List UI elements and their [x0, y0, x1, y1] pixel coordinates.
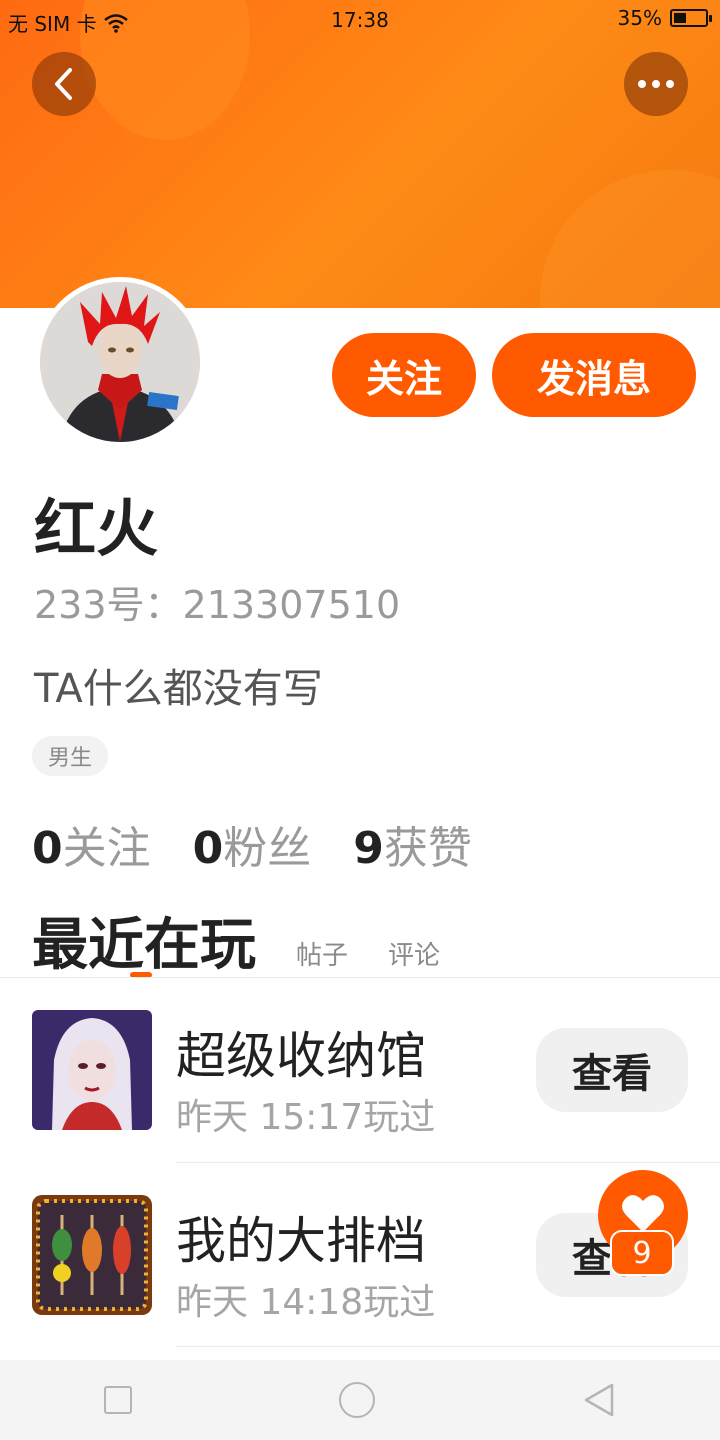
- status-bar: 无 SIM 卡 17:38 35%: [0, 0, 720, 38]
- view-button[interactable]: 查看: [536, 1028, 688, 1112]
- stats-row: 0 关注 0 粉丝 9 获赞: [32, 812, 472, 876]
- tab-posts[interactable]: 帖子: [296, 935, 348, 972]
- chevron-left-icon: [55, 68, 72, 100]
- home-button[interactable]: [338, 1382, 375, 1418]
- stat-fans[interactable]: 0 粉丝: [193, 812, 312, 876]
- stat-label: 获赞: [383, 823, 472, 874]
- back-button[interactable]: [32, 52, 96, 116]
- avatar-image: [40, 282, 200, 442]
- stat-following[interactable]: 0 关注: [32, 812, 151, 876]
- send-message-button[interactable]: 发消息: [492, 333, 696, 417]
- stat-number: 9: [353, 823, 384, 874]
- more-button[interactable]: [624, 52, 688, 116]
- stat-likes[interactable]: 9 获赞: [353, 812, 472, 876]
- stat-number: 0: [32, 823, 63, 874]
- last-played: 昨天 14:18玩过: [176, 1282, 436, 1323]
- stat-label: 关注: [62, 823, 151, 874]
- banner-decoration: [540, 170, 720, 308]
- recents-button[interactable]: [103, 1386, 132, 1414]
- gender-tag: 男生: [32, 736, 109, 776]
- user-name: 红火: [34, 492, 159, 565]
- last-played: 昨天 15:17玩过: [176, 1097, 436, 1138]
- user-id: 233号：213307510: [34, 583, 401, 627]
- avatar[interactable]: [35, 277, 205, 447]
- divider: [176, 1346, 720, 1347]
- like-count-badge: 9: [610, 1230, 674, 1276]
- clock: 17:38: [331, 8, 389, 32]
- game-title: 超级收纳馆: [176, 1027, 426, 1085]
- stat-number: 0: [192, 823, 224, 874]
- battery-percent: 35%: [617, 6, 662, 30]
- game-list-item[interactable]: 超级收纳馆 昨天 15:17玩过 查看: [0, 978, 720, 1163]
- tab-label: 最近在玩: [32, 913, 256, 978]
- follow-button[interactable]: 关注: [332, 333, 476, 417]
- system-nav-bar: [0, 1360, 720, 1440]
- stat-label: 粉丝: [223, 823, 312, 874]
- profile-banner: [0, 0, 720, 308]
- user-bio: TA什么都没有写: [34, 666, 323, 712]
- profile-tabs: 最近在玩 帖子 评论: [32, 900, 440, 981]
- tab-recently-played[interactable]: 最近在玩: [32, 900, 256, 981]
- game-icon: [32, 1010, 152, 1130]
- game-title: 我的大排档: [176, 1212, 426, 1270]
- battery-icon: [670, 9, 712, 27]
- game-icon: [32, 1195, 152, 1315]
- more-dots-icon: [638, 80, 674, 88]
- tab-comments[interactable]: 评论: [388, 935, 440, 972]
- back-triangle-icon[interactable]: [582, 1382, 616, 1418]
